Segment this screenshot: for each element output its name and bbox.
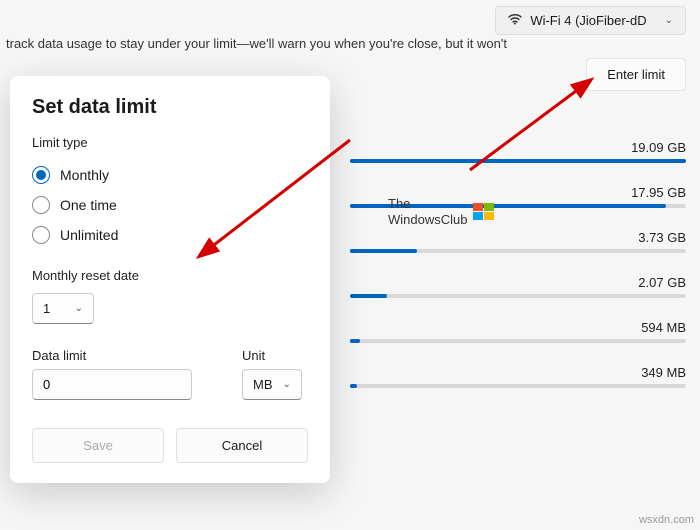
reset-date-value: 1 [43, 301, 50, 316]
dialog-title: Set data limit [32, 96, 308, 119]
usage-row: 2.07 GB [350, 275, 686, 298]
radio-unlimited[interactable]: Unlimited [32, 220, 308, 250]
wifi-icon [508, 13, 522, 28]
radio-icon [32, 196, 50, 214]
radio-one-time[interactable]: One time [32, 190, 308, 220]
wifi-network-select[interactable]: Wi-Fi 4 (JioFiber-dD ⌄ [495, 6, 686, 35]
usage-bar [350, 294, 686, 298]
chevron-down-icon: ⌄ [75, 303, 83, 314]
radio-label: Unlimited [60, 227, 118, 243]
unit-select[interactable]: MB ⌄ [242, 369, 302, 400]
usage-bar [350, 384, 686, 388]
wifi-label: Wi-Fi 4 (JioFiber-dD [530, 13, 646, 28]
cancel-button[interactable]: Cancel [176, 428, 308, 463]
enter-limit-button[interactable]: Enter limit [586, 58, 686, 91]
usage-list: 19.09 GB 17.95 GB 3.73 GB 2.07 GB 594 MB… [350, 140, 686, 410]
windows-logo-icon [473, 203, 495, 221]
watermark-line: The [388, 196, 467, 212]
chevron-down-icon: ⌄ [665, 15, 673, 26]
data-limit-input[interactable] [32, 369, 192, 400]
usage-bar [350, 249, 686, 253]
set-data-limit-dialog: Set data limit Limit type Monthly One ti… [10, 76, 330, 483]
chevron-down-icon: ⌄ [283, 379, 291, 390]
watermark-line: WindowsClub [388, 212, 467, 228]
usage-size: 2.07 GB [350, 275, 686, 290]
reset-date-label: Monthly reset date [32, 268, 308, 283]
usage-bar [350, 159, 686, 163]
radio-icon [32, 166, 50, 184]
usage-bar [350, 339, 686, 343]
save-button[interactable]: Save [32, 428, 164, 463]
radio-icon [32, 226, 50, 244]
usage-size: 594 MB [350, 320, 686, 335]
usage-size: 19.09 GB [350, 140, 686, 155]
reset-date-select[interactable]: 1 ⌄ [32, 293, 94, 324]
description-text: track data usage to stay under your limi… [6, 36, 507, 51]
usage-row: 19.09 GB [350, 140, 686, 163]
unit-label: Unit [242, 348, 302, 363]
radio-label: One time [60, 197, 117, 213]
corner-watermark: wsxdn.com [639, 514, 694, 526]
radio-monthly[interactable]: Monthly [32, 160, 308, 190]
usage-size: 349 MB [350, 365, 686, 380]
usage-size: 3.73 GB [350, 230, 686, 245]
radio-label: Monthly [60, 167, 109, 183]
watermark: The WindowsClub [388, 196, 495, 227]
limit-type-label: Limit type [32, 135, 308, 150]
unit-value: MB [253, 377, 273, 392]
usage-row: 349 MB [350, 365, 686, 388]
usage-row: 594 MB [350, 320, 686, 343]
data-limit-label: Data limit [32, 348, 192, 363]
usage-row: 3.73 GB [350, 230, 686, 253]
